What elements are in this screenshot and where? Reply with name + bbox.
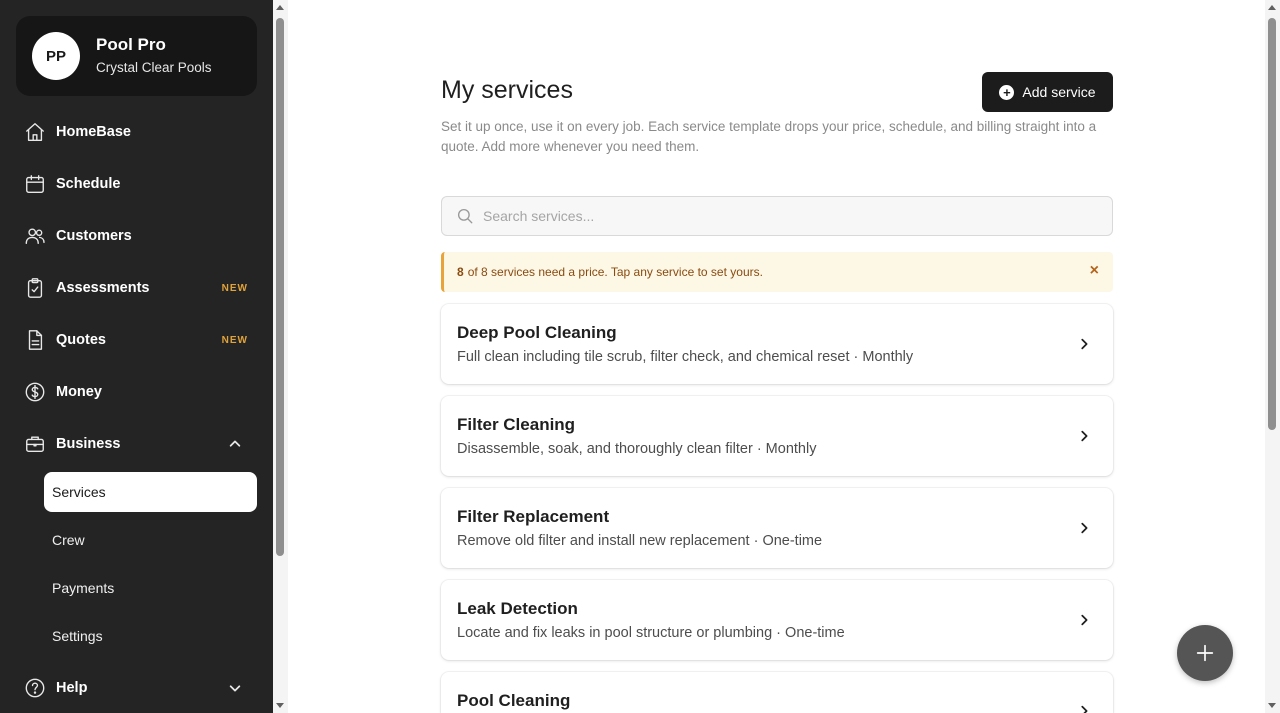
service-name: Filter Cleaning [457,415,576,434]
price-alert-banner: 8 of 8 services need a price. Tap any se… [441,252,1113,292]
search-input[interactable] [483,208,1083,224]
chevron-right-icon [1077,613,1091,627]
profile-name: Pool Pro [96,35,166,54]
page-scrollbar[interactable] [1265,0,1280,713]
scrollbar-thumb[interactable] [276,18,284,556]
scroll-down-arrow[interactable] [1268,703,1276,708]
sidebar-subitem-crew[interactable]: Crew [44,520,257,560]
sidebar-item-customers[interactable]: Customers [24,221,248,251]
sidebar-item-label: Quotes [56,332,106,348]
sidebar-item-business[interactable]: Business [24,429,248,459]
service-name: Leak Detection [457,599,578,618]
new-badge: NEW [221,282,248,294]
sidebar-item-label: Schedule [56,176,121,192]
chevron-right-icon [1077,521,1091,535]
floating-add-button[interactable] [1177,625,1233,681]
search-bar[interactable] [441,196,1113,236]
help-circle-icon [24,677,46,699]
sidebar-item-money[interactable]: Money [24,377,248,407]
add-service-button[interactable]: + Add service [982,72,1113,112]
sidebar-subitem-settings[interactable]: Settings [44,616,257,656]
add-service-label: Add service [1022,84,1096,100]
profile-text: Pool Pro Crystal Clear Pools [96,34,212,78]
close-icon[interactable]: × [1090,262,1099,280]
service-name: Pool Cleaning [457,691,571,710]
service-description: Disassemble, soak, and thoroughly clean … [457,441,817,457]
sidebar-item-quotes[interactable]: Quotes NEW [24,325,248,355]
sidebar-item-schedule[interactable]: Schedule [24,169,248,199]
sidebar-item-assessments[interactable]: Assessments NEW [24,273,248,303]
scroll-up-arrow[interactable] [1268,5,1276,10]
dollar-circle-icon [24,381,46,403]
sidebar-subitem-services[interactable]: Services [44,472,257,512]
plus-icon [1196,644,1214,662]
chevron-up-icon[interactable] [228,437,242,451]
sidebar-item-help[interactable]: Help [24,673,248,703]
service-name: Filter Replacement [457,507,610,526]
calendar-icon [24,173,46,195]
alert-count: 8 [457,265,464,279]
service-card[interactable]: Deep Pool Cleaning Full clean including … [441,304,1113,384]
sidebar-item-label: Money [56,384,102,400]
service-card[interactable]: Pool Cleaning [441,672,1113,713]
service-description: Remove old filter and install new replac… [457,533,823,549]
service-description: Full clean including tile scrub, filter … [457,349,914,365]
chevron-right-icon [1077,337,1091,351]
sidebar-item-homebase[interactable]: HomeBase [24,117,248,147]
main-content: My services Set it up once, use it on ev… [441,0,1113,713]
sidebar: PP Pool Pro Crystal Clear Pools HomeBase… [0,0,273,713]
users-icon [24,225,46,247]
alert-text: of 8 services need a price. Tap any serv… [467,265,763,279]
app-root: PP Pool Pro Crystal Clear Pools HomeBase… [0,0,1280,713]
sidebar-item-label: Business [56,436,121,452]
service-name: Deep Pool Cleaning [457,323,617,342]
scroll-up-arrow[interactable] [276,5,284,10]
chevron-down-icon[interactable] [228,681,242,695]
profile-card[interactable]: PP Pool Pro Crystal Clear Pools [16,16,257,96]
sidebar-item-label: HomeBase [56,124,131,140]
chevron-right-icon [1077,704,1091,713]
service-card[interactable]: Filter Replacement Remove old filter and… [441,488,1113,568]
page-title: My services [441,76,573,104]
document-icon [24,329,46,351]
scrollbar-thumb[interactable] [1268,18,1276,430]
sidebar-scrollbar[interactable] [273,0,288,713]
scroll-down-arrow[interactable] [276,703,284,708]
avatar: PP [32,32,80,80]
briefcase-icon [24,433,46,455]
sidebar-subitem-payments[interactable]: Payments [44,568,257,608]
service-card[interactable]: Leak Detection Locate and fix leaks in p… [441,580,1113,660]
new-badge: NEW [221,334,248,346]
page-description: Set it up once, use it on every job. Eac… [441,119,1097,154]
sidebar-item-label: Assessments [56,280,150,296]
service-description: Locate and fix leaks in pool structure o… [457,625,845,641]
chevron-right-icon [1077,429,1091,443]
profile-company: Crystal Clear Pools [96,60,212,75]
plus-circle-icon: + [999,84,1015,100]
sidebar-item-label: Help [56,680,88,696]
service-card[interactable]: Filter Cleaning Disassemble, soak, and t… [441,396,1113,476]
clipboard-check-icon [24,277,46,299]
home-icon [24,121,46,143]
search-icon [456,207,474,225]
sidebar-item-label: Customers [56,228,132,244]
